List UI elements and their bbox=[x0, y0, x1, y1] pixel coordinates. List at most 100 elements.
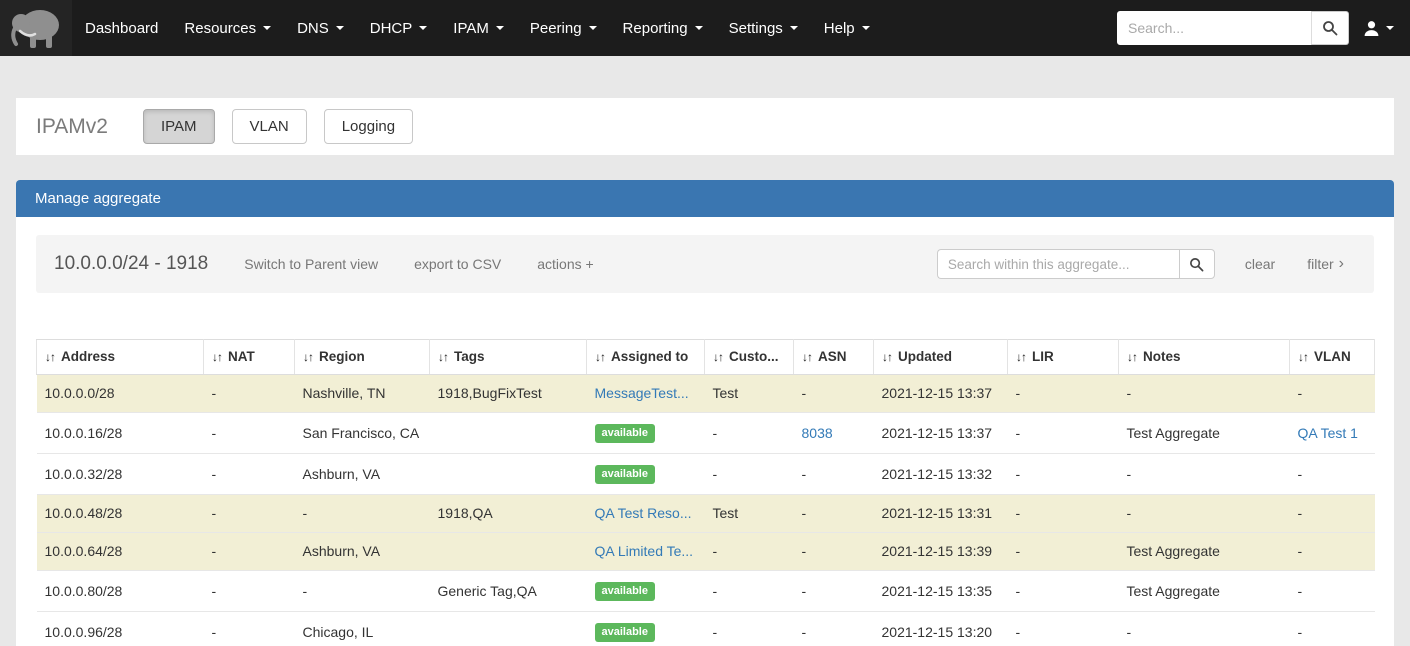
nav-item-label: Peering bbox=[529, 19, 582, 37]
tab-logging[interactable]: Logging bbox=[323, 109, 414, 144]
nav-item-dashboard[interactable]: Dashboard bbox=[72, 0, 171, 56]
cell-notes: Test Aggregate bbox=[1118, 532, 1290, 571]
column-header-label: Assigned to bbox=[611, 349, 689, 364]
chevron-down-icon bbox=[263, 26, 272, 30]
export-csv-link[interactable]: export to CSV bbox=[414, 256, 501, 272]
available-status-badge: available bbox=[594, 465, 655, 484]
global-search-button[interactable] bbox=[1311, 11, 1349, 45]
clear-filter-link[interactable]: clear bbox=[1245, 256, 1275, 272]
tab-ipam[interactable]: IPAM bbox=[142, 109, 215, 144]
nav-item-label: IPAM bbox=[453, 19, 489, 37]
nav-item-peering[interactable]: Peering bbox=[517, 0, 610, 56]
cell-lir: - bbox=[1007, 611, 1119, 646]
manage-aggregate-panel: Manage aggregate 10.0.0.0/24 - 1918 Swit… bbox=[16, 180, 1394, 646]
table-row: 10.0.0.16/28- San Francisco, CA available -… bbox=[36, 412, 1375, 454]
cell-lir: - bbox=[1007, 570, 1119, 612]
nav-item-ipam[interactable]: IPAM bbox=[440, 0, 517, 56]
cell-asn: - bbox=[793, 374, 874, 413]
column-header-updated[interactable]: ↓↑ Updated bbox=[873, 339, 1008, 375]
column-header-label: Updated bbox=[898, 349, 952, 364]
vlan-link[interactable]: QA Test 1 bbox=[1298, 425, 1358, 441]
column-header-notes[interactable]: ↓↑ Notes bbox=[1118, 339, 1290, 375]
assigned-resource-link[interactable]: QA Limited Te... bbox=[595, 543, 694, 559]
cell-vlan: - bbox=[1289, 611, 1375, 646]
column-header-custo[interactable]: ↓↑ Custo... bbox=[704, 339, 794, 375]
cell-region: Nashville, TN bbox=[294, 374, 430, 413]
available-status-badge: available bbox=[594, 623, 655, 642]
cell-address: 10.0.0.32/28 bbox=[36, 453, 204, 495]
nav-item-reporting[interactable]: Reporting bbox=[610, 0, 716, 56]
nav-item-help[interactable]: Help bbox=[811, 0, 883, 56]
cell-notes: - bbox=[1118, 453, 1290, 495]
nav-item-settings[interactable]: Settings bbox=[716, 0, 811, 56]
cell-tags bbox=[429, 611, 587, 646]
cell-lir: - bbox=[1007, 453, 1119, 495]
column-header-lir[interactable]: ↓↑ LIR bbox=[1007, 339, 1119, 375]
cell-asn: - bbox=[793, 494, 874, 533]
cell-updated: 2021-12-15 13:35 bbox=[873, 570, 1008, 612]
main-nav: Dashboard Resources DNS DHCP IPAM Peering Repo… bbox=[72, 0, 883, 56]
aggregate-search-button[interactable] bbox=[1178, 249, 1215, 279]
actions-menu-link[interactable]: actions + bbox=[537, 256, 593, 272]
app-logo[interactable] bbox=[0, 0, 72, 56]
column-header-nat[interactable]: ↓↑ NAT bbox=[203, 339, 295, 375]
cell-assigned-to: available bbox=[586, 453, 705, 495]
cell-asn: 8038 bbox=[793, 412, 874, 454]
asn-link[interactable]: 8038 bbox=[802, 425, 833, 441]
assigned-resource-link[interactable]: QA Test Reso... bbox=[595, 505, 692, 521]
available-status-badge: available bbox=[594, 582, 655, 601]
top-navbar: Dashboard Resources DNS DHCP IPAM Peering Repo… bbox=[0, 0, 1410, 56]
cell-lir: - bbox=[1007, 374, 1119, 413]
table-row: 10.0.0.48/28- -1918,QA QA Test Reso... Test… bbox=[36, 494, 1375, 533]
cell-assigned-to: available bbox=[586, 570, 705, 612]
user-menu[interactable] bbox=[1363, 20, 1394, 37]
cell-updated: 2021-12-15 13:20 bbox=[873, 611, 1008, 646]
nav-item-resources[interactable]: Resources bbox=[171, 0, 284, 56]
cell-vlan: - bbox=[1289, 494, 1375, 533]
cell-assigned-to: QA Test Reso... bbox=[586, 494, 705, 533]
cell-notes: Test Aggregate bbox=[1118, 412, 1290, 454]
nav-item-dhcp[interactable]: DHCP bbox=[357, 0, 441, 56]
cell-tags: Generic Tag,QA bbox=[429, 570, 587, 612]
cell-region: Ashburn, VA bbox=[294, 532, 430, 571]
cell-asn: - bbox=[793, 453, 874, 495]
column-header-label: Notes bbox=[1143, 349, 1181, 364]
cell-vlan: - bbox=[1289, 532, 1375, 571]
column-header-label: NAT bbox=[228, 349, 255, 364]
tab-vlan[interactable]: VLAN bbox=[231, 109, 307, 144]
global-search-input[interactable] bbox=[1117, 11, 1311, 45]
cell-nat: - bbox=[203, 374, 295, 413]
aggregate-toolbar: 10.0.0.0/24 - 1918 Switch to Parent view… bbox=[36, 235, 1374, 293]
column-header-region[interactable]: ↓↑ Region bbox=[294, 339, 430, 375]
panel-title: Manage aggregate bbox=[16, 180, 1394, 217]
column-header-label: Address bbox=[61, 349, 116, 364]
cell-nat: - bbox=[203, 570, 295, 612]
column-header-tags[interactable]: ↓↑ Tags bbox=[429, 339, 587, 375]
cell-tags: 1918,BugFixTest bbox=[429, 374, 587, 413]
table-row: 10.0.0.32/28- Ashburn, VA available - -2021-… bbox=[36, 453, 1375, 495]
column-header-vlan[interactable]: ↓↑ VLAN bbox=[1289, 339, 1375, 375]
chevron-down-icon bbox=[419, 26, 428, 30]
chevron-right-icon: › bbox=[1338, 255, 1344, 272]
cell-address: 10.0.0.48/28 bbox=[36, 494, 204, 533]
aggregate-title: 10.0.0.0/24 - 1918 bbox=[54, 253, 209, 274]
table-header-row: ↓↑ Address ↓↑ NAT ↓↑ Region ↓↑ Tags ↓↑ Assigned t… bbox=[36, 339, 1375, 375]
aggregate-search-input[interactable] bbox=[936, 249, 1179, 279]
filter-link[interactable]: filter › bbox=[1307, 255, 1344, 273]
switch-parent-view-link[interactable]: Switch to Parent view bbox=[244, 256, 378, 272]
navbar-right bbox=[1117, 0, 1410, 56]
column-header-asn[interactable]: ↓↑ ASN bbox=[793, 339, 874, 375]
column-header-label: VLAN bbox=[1314, 349, 1351, 364]
column-header-assigned-to[interactable]: ↓↑ Assigned to bbox=[586, 339, 705, 375]
assigned-resource-link[interactable]: MessageTest... bbox=[595, 385, 689, 401]
cell-customer: - bbox=[704, 570, 794, 612]
panel-body: 10.0.0.0/24 - 1918 Switch to Parent view… bbox=[16, 217, 1394, 646]
table-body: 10.0.0.0/28- Nashville, TN 1918,BugFixTest… bbox=[36, 374, 1375, 646]
column-header-label: Custo... bbox=[729, 349, 779, 364]
nav-item-dns[interactable]: DNS bbox=[284, 0, 357, 56]
column-header-address[interactable]: ↓↑ Address bbox=[36, 339, 204, 375]
cell-region: San Francisco, CA bbox=[294, 412, 430, 454]
cell-tags bbox=[429, 532, 587, 571]
cell-asn: - bbox=[793, 570, 874, 612]
sort-icon: ↓↑ bbox=[882, 350, 893, 364]
